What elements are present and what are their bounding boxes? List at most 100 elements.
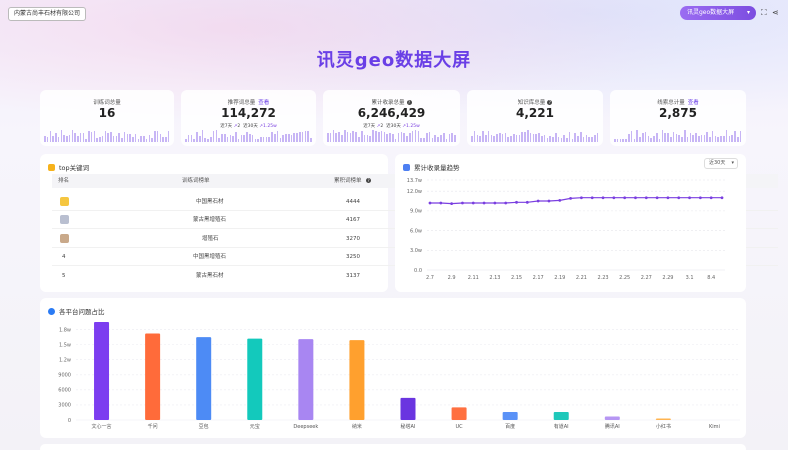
sparkbar <box>190 134 193 142</box>
share-icon[interactable]: ⋖ <box>772 6 779 20</box>
data-point <box>709 196 713 200</box>
kpi-value: 6,246,429 <box>357 106 426 120</box>
sparkbar <box>383 132 386 142</box>
kpi-sparkbars <box>471 130 599 142</box>
sparkbar <box>454 135 456 142</box>
bottom-panel <box>40 444 746 450</box>
sparkbar <box>734 131 736 142</box>
sparkbar <box>574 132 577 142</box>
kpi-sub-7-label: 近7天 <box>363 124 376 129</box>
y-tick-label: 13.7w <box>407 178 422 184</box>
sparkbar <box>140 135 142 142</box>
sparkbar <box>290 135 293 142</box>
sparkbar <box>683 130 686 142</box>
sparkbar <box>585 134 588 142</box>
x-tick-label: 百度 <box>505 423 515 430</box>
sparkbar <box>207 138 209 142</box>
data-point <box>547 199 551 203</box>
dashboard-select[interactable]: 讯灵geo数据大屏 ▾ <box>680 6 756 20</box>
sparkbar <box>622 138 624 142</box>
sparkbar <box>409 132 411 142</box>
sparkbar <box>327 132 329 142</box>
range-select[interactable]: 近30天 ▾ <box>704 158 738 169</box>
help-icon[interactable]: ? <box>406 100 412 105</box>
kpi-sub: 近7天 ↗2 近30天 ↗1.25w <box>323 123 460 129</box>
y-tick-label: 6000 <box>58 388 71 394</box>
data-point <box>623 196 627 200</box>
bar <box>349 340 365 420</box>
sparkbar <box>591 137 593 142</box>
sparkbar <box>546 137 549 142</box>
help-icon[interactable]: ? <box>366 178 371 183</box>
keyword-name: 中国黑石材 <box>196 199 224 205</box>
sparkbar <box>420 137 422 142</box>
sparkbar <box>554 133 557 142</box>
kpi-sparkbars <box>185 130 312 142</box>
panel-title: 累计收录量趋势 <box>414 164 460 172</box>
platform-bar-chart: 0 3000 6000 9000 1.2w 1.5w 1.8w 文心一言 千问 豆包 元宝 Deeps… <box>58 322 740 430</box>
sparkbar <box>260 137 262 142</box>
sparkbar <box>641 133 644 142</box>
bar <box>298 339 314 420</box>
sparkbar <box>338 131 340 142</box>
sparkbar <box>669 136 672 142</box>
sparkbar <box>711 131 714 142</box>
x-tick-label: 2.25 <box>619 275 630 281</box>
data-point <box>698 196 702 200</box>
sparkbar <box>529 133 532 142</box>
x-tick-label: 2.29 <box>662 275 673 281</box>
kpi-sparkbars <box>327 130 456 142</box>
chevron-down-icon: ▾ <box>731 160 734 166</box>
sparkbar <box>739 130 742 142</box>
company-name: 内蒙古尚丰石材有限公司 <box>8 7 87 21</box>
sparkbar <box>675 134 678 142</box>
sparkbar <box>681 136 683 142</box>
fullscreen-icon[interactable]: ⛶ <box>761 6 767 20</box>
sparkbar <box>414 130 417 142</box>
sparkbar <box>532 133 535 142</box>
sparkbar <box>162 137 164 142</box>
sparkbar <box>706 132 708 142</box>
sparkbar <box>507 136 509 142</box>
help-icon[interactable]: ? <box>547 100 553 105</box>
sparkbar <box>380 130 383 142</box>
sparkbar <box>596 133 599 142</box>
x-tick-label: 2.15 <box>511 275 522 281</box>
sparkbar <box>57 136 60 142</box>
sparkbar <box>143 136 145 142</box>
sparkbar <box>658 138 661 142</box>
x-tick-label: UC <box>455 424 463 430</box>
sparkbar <box>68 134 71 142</box>
sparkbar <box>358 136 360 142</box>
sparkbar <box>440 134 442 142</box>
data-point <box>666 196 670 200</box>
x-tick-label: 千问 <box>148 423 158 430</box>
sparkbar <box>700 135 703 142</box>
keyword-name: 中国黑增殖石 <box>193 254 227 260</box>
sparkbar <box>198 136 201 142</box>
sparkbar <box>237 138 240 142</box>
sparkbar <box>695 132 697 142</box>
sparkbar <box>375 131 377 142</box>
sparkbar <box>287 133 290 142</box>
data-point <box>461 201 464 205</box>
sparkbar <box>151 137 153 142</box>
sparkbar <box>99 136 101 142</box>
sparkbar <box>571 138 574 142</box>
x-tick-label: 8.4 <box>707 275 715 281</box>
rank-number: 4 <box>62 254 66 260</box>
sparkbar <box>563 135 565 142</box>
sparkbar <box>335 132 338 142</box>
sparkbar <box>55 133 57 142</box>
keyword-count: 3270 <box>346 236 360 242</box>
sparkbar <box>268 137 271 142</box>
sparkbar <box>501 134 504 142</box>
sparkbar <box>301 132 304 142</box>
sparkbar <box>363 135 366 142</box>
sparkbar <box>653 136 655 142</box>
sparkbar <box>118 132 120 142</box>
sparkbar <box>329 133 332 142</box>
kpi-sub-30-value: 1.25w <box>406 124 420 129</box>
y-tick-label: 1.8w <box>59 327 71 333</box>
sparkbar <box>251 135 254 142</box>
